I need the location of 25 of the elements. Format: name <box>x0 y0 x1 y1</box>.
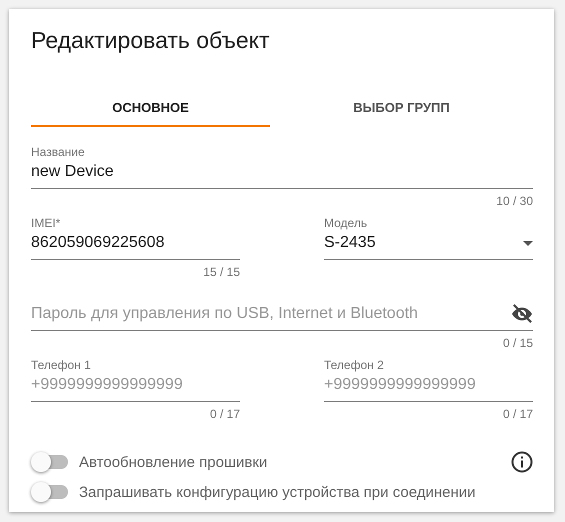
info-icon[interactable] <box>511 451 533 473</box>
field-label: Телефон 1 <box>31 358 92 372</box>
field-label: Модель <box>324 216 368 230</box>
character-counter: 10 / 30 <box>496 194 533 208</box>
dropdown-caret-icon[interactable] <box>523 240 533 246</box>
tab[interactable]: ОСНОВНОЕ <box>31 92 270 127</box>
character-counter: 15 / 15 <box>203 265 240 279</box>
eye-slash-icon[interactable] <box>511 304 533 324</box>
toggle-label: Автообновление прошивки <box>79 454 268 470</box>
model-dropdown[interactable]: Модель S-2435 <box>324 214 533 260</box>
field-label: Телефон 2 <box>324 358 385 372</box>
dialog-title: Редактировать объект <box>31 27 270 54</box>
field-label: Название <box>31 145 86 159</box>
field-label: IMEI* <box>31 216 62 230</box>
character-counter: 0 / 17 <box>502 407 533 421</box>
character-counter: 0 / 17 <box>210 407 240 421</box>
toggle-switch[interactable] <box>31 481 67 503</box>
character-counter: 0 / 15 <box>502 336 533 350</box>
input-field[interactable]: IMEI* 862059069225608 <box>31 214 240 260</box>
input-field[interactable]: Телефон 1 +9999999999999999 <box>31 356 240 402</box>
input-field[interactable]: Телефон 2 +9999999999999999 <box>324 356 533 402</box>
input-field[interactable]: Название new Device <box>31 143 533 189</box>
tab[interactable]: ВЫБОР ГРУПП <box>270 92 533 127</box>
toggle-switch[interactable] <box>31 451 67 473</box>
toggle-label: Запрашивать конфигурацию устройства при соединении <box>79 484 477 500</box>
